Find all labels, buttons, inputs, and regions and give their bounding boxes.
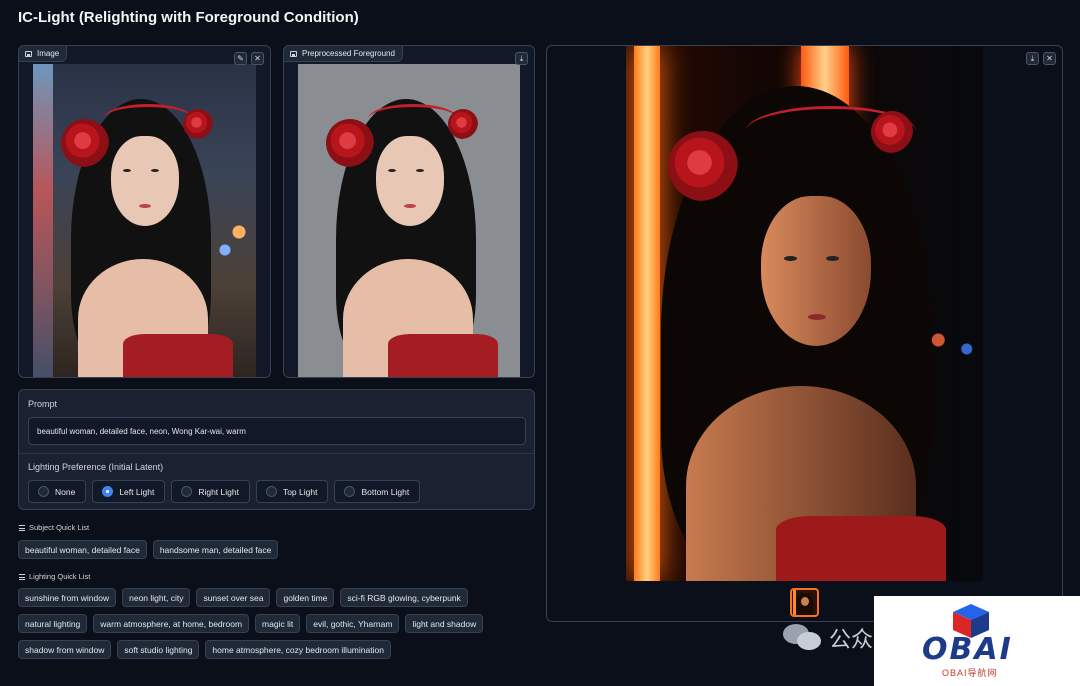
- subject-chip[interactable]: beautiful woman, detailed face: [18, 540, 147, 559]
- radio-bottom-light[interactable]: Bottom Light: [334, 480, 421, 503]
- radio-left-light[interactable]: Left Light: [92, 480, 166, 503]
- radio-dot: [265, 486, 277, 497]
- close-icon: ✕: [254, 53, 261, 63]
- foreground-panel: Preprocessed Foreground ⤓: [283, 45, 535, 378]
- logo-subtitle: OBAI导航网: [942, 668, 998, 678]
- download-output-button[interactable]: ⤓: [1026, 52, 1039, 65]
- pencil-icon: ✎: [237, 53, 244, 63]
- foreground-panel-label-text: Preprocessed Foreground: [302, 49, 395, 58]
- radio-label: Bottom Light: [361, 486, 410, 497]
- lighting-chip[interactable]: neon light, city: [122, 588, 191, 607]
- radio-dot: [344, 486, 356, 497]
- radio-label: Top Light: [282, 486, 318, 497]
- subject-quick-list-label-text: Subject Quick List: [29, 523, 90, 532]
- download-foreground-button[interactable]: ⤓: [515, 52, 528, 65]
- lighting-chip[interactable]: soft studio lighting: [117, 640, 200, 659]
- lighting-chip[interactable]: natural lighting: [18, 614, 88, 633]
- lighting-chip[interactable]: home atmosphere, cozy bedroom illuminati…: [205, 640, 391, 659]
- radio-label: Right Light: [198, 486, 239, 497]
- lighting-chip[interactable]: evil, gothic, Yharnam: [306, 614, 400, 633]
- download-icon: ⤓: [1030, 53, 1035, 63]
- lighting-quick-list-row: shadow from window soft studio lighting …: [18, 640, 391, 659]
- edit-button[interactable]: ✎: [234, 52, 247, 65]
- subject-quick-list-label: Subject Quick List: [19, 523, 89, 532]
- clear-image-button[interactable]: ✕: [251, 52, 264, 65]
- lighting-quick-list-label-text: Lighting Quick List: [29, 572, 91, 581]
- subject-chip[interactable]: handsome man, detailed face: [152, 540, 279, 559]
- radio-dot: [181, 486, 193, 497]
- lighting-chip[interactable]: shadow from window: [18, 640, 112, 659]
- image-input-panel[interactable]: Image ✎ ✕: [18, 45, 271, 378]
- divider: [19, 453, 534, 454]
- lighting-quick-list-row: sunshine from window neon light, city su…: [18, 588, 468, 607]
- image-panel-label: Image: [19, 46, 68, 62]
- output-thumbnail[interactable]: [790, 588, 819, 617]
- lighting-preference-radio-group: None Left Light Right Light Top Light Bo…: [28, 480, 421, 503]
- prompt-panel: Prompt beautiful woman, detailed face, n…: [18, 389, 535, 510]
- radio-dot: [38, 486, 49, 497]
- radio-right-light[interactable]: Right Light: [171, 480, 250, 503]
- radio-none[interactable]: None: [28, 480, 87, 503]
- lighting-chip[interactable]: sunshine from window: [18, 588, 117, 607]
- lighting-quick-list-label: Lighting Quick List: [19, 572, 90, 581]
- lighting-chip[interactable]: light and shadow: [405, 614, 484, 633]
- radio-label: None: [55, 486, 76, 497]
- close-icon: ✕: [1046, 53, 1053, 63]
- radio-label: Left Light: [119, 486, 155, 497]
- lighting-chip[interactable]: warm atmosphere, at home, bedroom: [93, 614, 250, 633]
- image-icon: [290, 50, 297, 57]
- radio-dot: [102, 486, 114, 497]
- logo-text: OBAI: [922, 632, 1013, 667]
- radio-top-light[interactable]: Top Light: [255, 480, 329, 503]
- watermark: 公众: [783, 622, 873, 654]
- lighting-chip[interactable]: magic lit: [255, 614, 301, 633]
- lighting-chip[interactable]: golden time: [276, 588, 335, 607]
- subject-quick-list: beautiful woman, detailed face handsome …: [18, 540, 279, 559]
- prompt-input[interactable]: beautiful woman, detailed face, neon, Wo…: [28, 417, 526, 445]
- download-icon: ⤓: [519, 53, 524, 63]
- image-icon: [25, 50, 32, 57]
- lighting-preference-label: Lighting Preference (Initial Latent): [28, 462, 164, 472]
- image-panel-label-text: Image: [37, 49, 60, 58]
- app-title: IC-Light (Relighting with Foreground Con…: [18, 9, 359, 26]
- output-image[interactable]: [626, 46, 983, 581]
- input-image: [33, 64, 256, 377]
- close-output-button[interactable]: ✕: [1043, 52, 1056, 65]
- output-gallery-panel: ⤓ ✕: [546, 45, 1063, 622]
- foreground-image: [298, 64, 520, 377]
- lighting-chip[interactable]: sci-fi RGB glowing, cyberpunk: [340, 588, 468, 607]
- obai-logo: OBAI OBAI导航网: [874, 596, 1080, 686]
- list-icon: [19, 524, 25, 531]
- lighting-quick-list-row: natural lighting warm atmosphere, at hom…: [18, 614, 484, 633]
- prompt-label: Prompt: [28, 399, 58, 409]
- wechat-icon: [783, 624, 823, 652]
- watermark-text: 公众: [829, 627, 874, 652]
- list-icon: [19, 573, 25, 580]
- foreground-panel-label: Preprocessed Foreground: [284, 46, 403, 62]
- lighting-chip[interactable]: sunset over sea: [196, 588, 271, 607]
